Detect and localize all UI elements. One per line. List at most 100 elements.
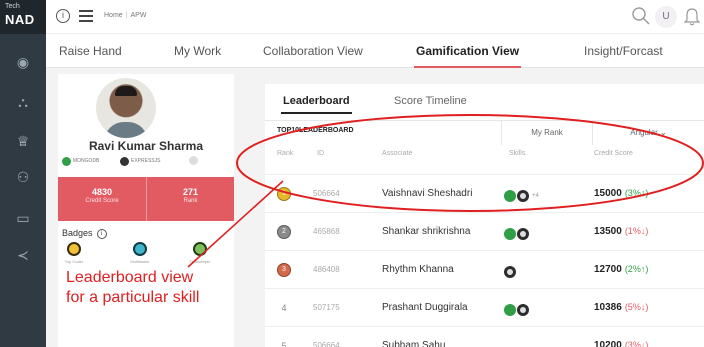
breadcrumb: Home | APW bbox=[104, 12, 147, 19]
skill-chip: EXPRESSJS bbox=[120, 156, 160, 167]
credit-score-value: 4830 bbox=[91, 187, 113, 197]
rank-block: 271 Rank bbox=[146, 177, 234, 221]
menu-icon[interactable] bbox=[79, 10, 93, 22]
mongodb-icon bbox=[504, 189, 516, 202]
table-row[interactable]: 5 506664 Subham Sahu 10200 (3%↓) bbox=[265, 326, 704, 347]
skills-cell: +4 bbox=[504, 187, 539, 202]
tab-raise-hand[interactable]: Raise Hand bbox=[59, 44, 122, 58]
associate-name[interactable]: Rhythm Khanna bbox=[382, 264, 454, 275]
score-change: (3%↑) bbox=[624, 188, 649, 198]
credit-score-value: 10200 bbox=[594, 340, 622, 347]
analytics-icon[interactable]: ⛬ bbox=[13, 92, 33, 112]
more-skills-chip[interactable] bbox=[189, 156, 198, 167]
badge-coder-icon bbox=[67, 242, 81, 256]
associate-id: 486408 bbox=[313, 265, 340, 274]
logo-top-text: Tech bbox=[5, 3, 20, 10]
mongodb-icon bbox=[62, 157, 71, 166]
share-icon[interactable]: ≺ bbox=[13, 245, 33, 265]
profile-name: Ravi Kumar Sharma bbox=[88, 139, 204, 153]
associate-name[interactable]: Subham Sahu bbox=[382, 340, 445, 347]
rank-number: 5 bbox=[281, 341, 287, 347]
associate-id: 506664 bbox=[313, 189, 340, 198]
badge-label: Top Coder bbox=[64, 259, 84, 264]
score-change: (5%↓) bbox=[624, 302, 649, 312]
badge-multitasker-icon bbox=[133, 242, 147, 256]
bell-icon[interactable] bbox=[683, 7, 701, 32]
dashboard-icon[interactable]: ◉ bbox=[13, 52, 33, 72]
skills-cell bbox=[504, 301, 530, 316]
col-id: ID bbox=[317, 150, 324, 157]
skill-chip: MONGODB bbox=[62, 156, 99, 167]
table-row[interactable]: 1 506664 Vaishnavi Sheshadri +4 15000 (3%↑) bbox=[265, 174, 704, 212]
skill-filter-value: Angular bbox=[630, 128, 658, 137]
tab-my-work[interactable]: My Work bbox=[174, 44, 221, 58]
associate-name[interactable]: Vaishnavi Sheshadri bbox=[382, 188, 472, 199]
annotation-line-1: Leaderboard view bbox=[66, 269, 194, 286]
credit-score-value: 15000 bbox=[594, 188, 622, 199]
score-change: (1%↓) bbox=[624, 226, 649, 236]
credit-score-label: Credit Score bbox=[85, 198, 119, 204]
mongodb-icon bbox=[504, 227, 516, 240]
app-logo[interactable]: Tech NAD bbox=[0, 0, 46, 34]
table-row[interactable]: 4 507175 Prashant Duggirala 10386 (5%↓) bbox=[265, 288, 704, 326]
rank-value: 271 bbox=[182, 187, 199, 197]
col-skills: Skills bbox=[509, 150, 526, 157]
credit-score-value: 12700 bbox=[594, 264, 622, 275]
rank-label: Rank bbox=[183, 198, 198, 204]
credit-score-cell: 13500 (1%↓) bbox=[594, 226, 648, 237]
annotation-line-2: for a particular skill bbox=[66, 289, 200, 306]
logo-main-text: NAD bbox=[5, 12, 35, 27]
associate-name[interactable]: Shankar shrikrishna bbox=[382, 226, 470, 237]
group-icon[interactable]: ⚇ bbox=[13, 167, 33, 187]
score-change: (2%↑) bbox=[624, 264, 649, 274]
rank-medal-icon: 1 bbox=[277, 187, 291, 201]
credit-score-block: 4830 Credit Score bbox=[58, 177, 146, 221]
chevron-down-icon: ⌄ bbox=[660, 128, 667, 137]
monitor-icon[interactable]: ▭ bbox=[13, 208, 33, 228]
col-associate: Associate bbox=[382, 150, 413, 157]
badge-label: Multitasker bbox=[130, 259, 150, 264]
skill-chips: MONGODB EXPRESSJS bbox=[58, 156, 234, 168]
avatar bbox=[96, 78, 156, 138]
express-icon bbox=[120, 157, 129, 166]
more-skills-count[interactable]: +4 bbox=[532, 193, 539, 199]
tab-collaboration-view[interactable]: Collaboration View bbox=[263, 44, 363, 58]
leaderboard-heading: TOP10LEADERBOARD bbox=[277, 127, 354, 134]
left-rail: Tech NAD ◉ ⛬ ♕ ⚇ ▭ ≺ bbox=[0, 0, 46, 347]
badge-top-coder[interactable]: Top Coder bbox=[54, 242, 94, 264]
info-icon[interactable]: i bbox=[56, 9, 70, 23]
col-credit-score: Credit Score bbox=[594, 150, 633, 157]
rank-number: 4 bbox=[281, 303, 287, 313]
express-icon bbox=[504, 265, 516, 278]
table-row[interactable]: 3 486408 Rhythm Khanna 12700 (2%↑) bbox=[265, 250, 704, 288]
user-avatar[interactable]: U bbox=[655, 6, 677, 28]
skills-cell bbox=[504, 263, 517, 278]
associate-id: 465868 bbox=[313, 227, 340, 236]
credit-score-value: 13500 bbox=[594, 226, 622, 237]
main-tabs: Raise Hand My Work Collaboration View Ga… bbox=[46, 34, 704, 68]
tab-score-timeline[interactable]: Score Timeline bbox=[394, 95, 467, 107]
col-rank: Rank bbox=[277, 150, 294, 157]
credit-score-value: 10386 bbox=[594, 302, 622, 313]
express-icon bbox=[517, 227, 529, 240]
rank-medal-icon: 3 bbox=[277, 263, 291, 277]
tab-insight-forcast[interactable]: Insight/Forcast bbox=[584, 44, 663, 58]
breadcrumb-home[interactable]: Home bbox=[104, 12, 123, 19]
trophy-icon[interactable]: ♕ bbox=[13, 131, 33, 151]
table-row[interactable]: 2 465868 Shankar shrikrishna 13500 (1%↓) bbox=[265, 212, 704, 250]
credit-score-cell: 10200 (3%↓) bbox=[594, 340, 648, 347]
credit-score-cell: 15000 (3%↑) bbox=[594, 188, 648, 199]
annotation-callout: Leaderboard view for a particular skill bbox=[66, 268, 199, 308]
tab-leaderboard[interactable]: Leaderboard bbox=[281, 95, 352, 114]
badge-multitasker[interactable]: Multitasker bbox=[120, 242, 160, 264]
tab-gamification-view[interactable]: Gamification View bbox=[413, 44, 522, 68]
credit-score-cell: 10386 (5%↓) bbox=[594, 302, 648, 313]
my-rank-button[interactable]: My Rank bbox=[501, 121, 592, 145]
info-icon[interactable]: i bbox=[96, 229, 107, 239]
search-icon[interactable] bbox=[631, 6, 651, 26]
express-icon bbox=[517, 189, 529, 202]
associate-name[interactable]: Prashant Duggirala bbox=[382, 302, 468, 313]
skill-filter-select[interactable]: Angular ⌄ bbox=[592, 121, 704, 145]
badge-timekeeper[interactable]: Timekeeper bbox=[180, 242, 220, 264]
express-icon bbox=[517, 303, 529, 316]
